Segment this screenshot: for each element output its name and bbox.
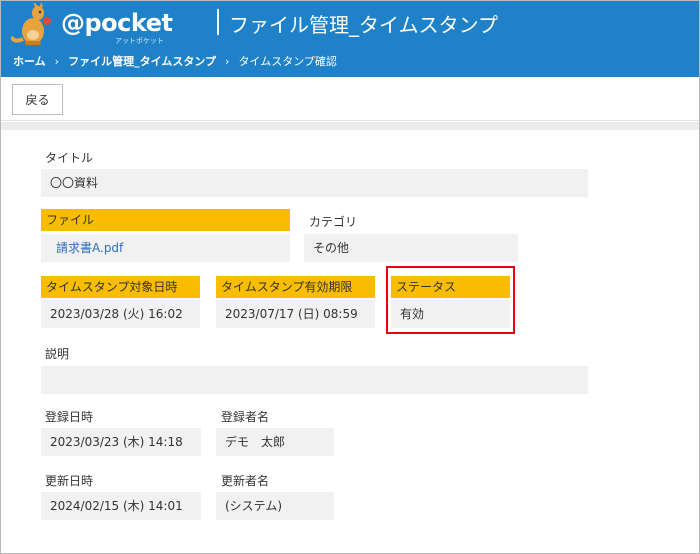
category-label: カテゴリ [309,215,358,229]
registered-at-value: 2023/03/23 (木) 14:18 [41,428,201,456]
breadcrumb-separator: › [225,54,230,68]
section-gap [1,122,699,130]
logo-text: @pocket [61,9,173,37]
ts-expiry-label: タイムスタンプ有効期限 [216,276,375,298]
ts-target-datetime-value: 2023/03/28 (火) 16:02 [41,300,200,328]
registered-by-value: デモ 太郎 [216,428,334,456]
breadcrumb-current: タイムスタンプ確認 [238,55,337,68]
file-link[interactable]: 請求書A.pdf [41,234,290,262]
kangaroo-icon [11,3,51,45]
title-value: 〇〇資料 [41,169,588,197]
breadcrumb-file-management[interactable]: ファイル管理_タイムスタンプ [68,53,216,69]
app-header: @pocket アットポケット ファイル管理_タイムスタンプ ホーム › ファイ… [1,1,699,77]
file-label: ファイル [41,209,290,231]
logo-subtext: アットポケット [115,37,164,45]
title-label: タイトル [45,151,94,165]
registered-by-label: 登録者名 [221,410,270,424]
status-highlight-annotation [386,266,515,334]
registered-at-label: 登録日時 [45,410,94,424]
updated-at-label: 更新日時 [45,474,94,488]
updated-at-value: 2024/02/15 (木) 14:01 [41,492,201,520]
ts-expiry-value: 2023/07/17 (日) 08:59 [216,300,375,328]
description-value [41,366,588,394]
pocket-logo[interactable]: @pocket アットポケット [11,3,173,47]
updated-by-value: (システム) [216,492,334,520]
updated-by-label: 更新者名 [221,474,270,488]
breadcrumb-home[interactable]: ホーム [13,53,46,69]
back-button[interactable]: 戻る [12,84,63,115]
toolbar: 戻る [1,77,699,121]
description-label: 説明 [45,347,70,361]
category-value: その他 [304,234,518,262]
app-window: @pocket アットポケット ファイル管理_タイムスタンプ ホーム › ファイ… [0,0,700,554]
header-divider [217,9,219,35]
breadcrumb-separator: › [54,54,60,68]
ts-target-datetime-label: タイムスタンプ対象日時 [41,276,200,298]
breadcrumb: ホーム › ファイル管理_タイムスタンプ › タイムスタンプ確認 [13,53,337,69]
page-title: ファイル管理_タイムスタンプ [229,13,498,37]
